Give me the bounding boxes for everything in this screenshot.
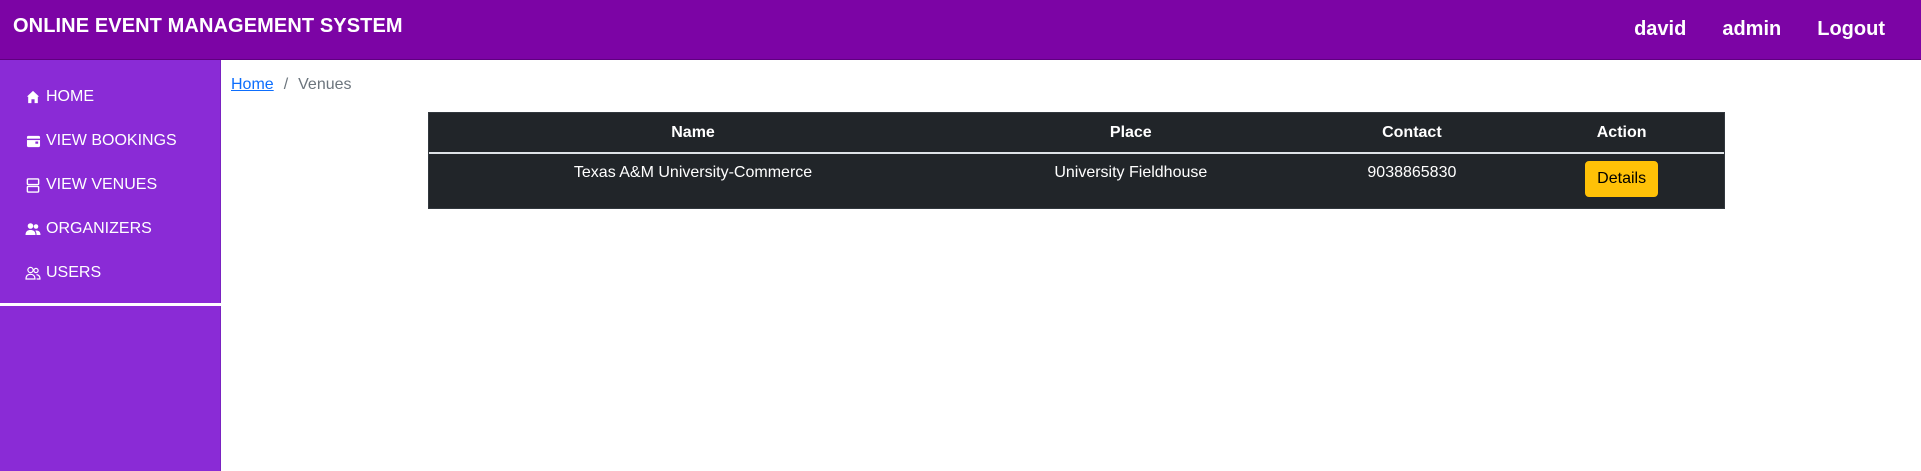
column-header-action: Action xyxy=(1519,113,1724,154)
people-fill-icon xyxy=(25,221,41,237)
venues-table: Name Place Contact Action Texas A&M Univ… xyxy=(428,112,1725,209)
sidebar-item-view-bookings[interactable]: VIEW BOOKINGS xyxy=(25,132,177,150)
app-title: ONLINE EVENT MANAGEMENT SYSTEM xyxy=(13,15,403,37)
home-icon xyxy=(25,89,41,105)
column-header-name: Name xyxy=(429,113,958,154)
venue-name-cell: Texas A&M University-Commerce xyxy=(573,164,813,181)
people-outline-icon xyxy=(25,265,41,281)
sidebar-item-label: ORGANIZERS xyxy=(46,220,152,237)
sidebar-item-label: HOME xyxy=(46,88,94,105)
sidebar-item-label: VIEW VENUES xyxy=(46,176,158,193)
admin-link[interactable]: admin xyxy=(1722,18,1781,41)
logout-link[interactable]: Logout xyxy=(1817,18,1885,41)
breadcrumb-separator: / xyxy=(283,76,289,93)
venue-contact-cell: 9038865830 xyxy=(1367,164,1457,181)
details-button[interactable]: Details xyxy=(1585,161,1659,197)
table-header-row: Name Place Contact Action xyxy=(429,113,1724,154)
column-header-place: Place xyxy=(957,113,1305,154)
sidebar-item-label: VIEW BOOKINGS xyxy=(46,132,177,149)
sidebar-divider xyxy=(0,303,221,306)
venue-place-cell: University Fieldhouse xyxy=(1054,164,1208,181)
breadcrumb-current: Venues xyxy=(298,76,352,93)
sidebar-item-home[interactable]: HOME xyxy=(25,88,94,106)
venue-action-cell: Details xyxy=(1519,153,1724,206)
user-link[interactable]: david xyxy=(1634,18,1686,41)
column-header-contact: Contact xyxy=(1304,113,1520,154)
server-icon xyxy=(25,177,41,193)
sidebar-item-view-venues[interactable]: VIEW VENUES xyxy=(25,176,157,194)
sidebar-item-users[interactable]: USERS xyxy=(25,264,101,282)
top-nav-links: david admin Logout xyxy=(1634,18,1885,41)
top-navbar: ONLINE EVENT MANAGEMENT SYSTEM david adm… xyxy=(0,0,1921,60)
wallet-icon xyxy=(25,133,41,149)
sidebar-item-organizers[interactable]: ORGANIZERS xyxy=(25,220,152,238)
sidebar-item-label: USERS xyxy=(46,264,102,281)
sidebar: HOME VIEW BOOKINGS VIEW VENUES ORGANIZER… xyxy=(0,60,221,471)
breadcrumb: Home / Venues xyxy=(231,76,352,94)
table-row: Texas A&M University-Commerce University… xyxy=(429,153,1724,206)
breadcrumb-home-link[interactable]: Home xyxy=(231,76,274,93)
